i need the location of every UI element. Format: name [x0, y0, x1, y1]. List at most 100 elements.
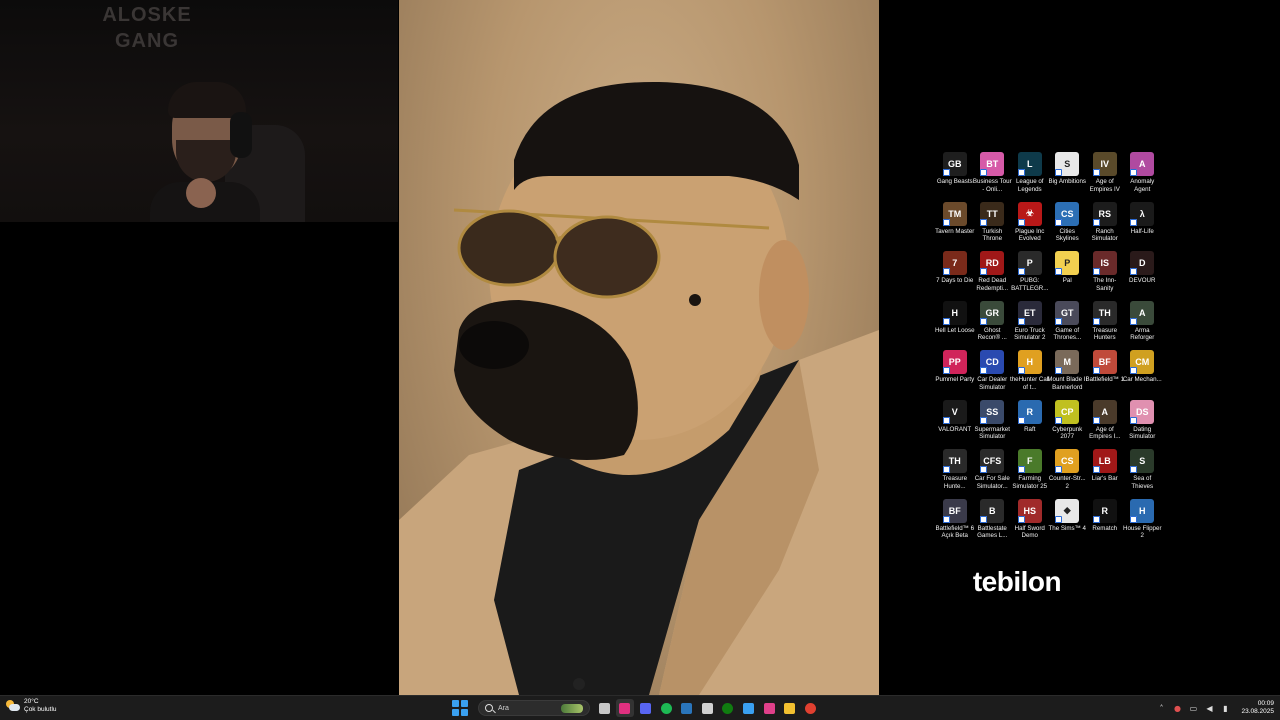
- instagram-icon[interactable]: [760, 699, 778, 717]
- desktop-shortcut[interactable]: P Pal: [1049, 249, 1087, 299]
- game-icon: TM: [942, 201, 967, 226]
- desktop-shortcut[interactable]: CS Counter-Str... 2: [1049, 447, 1087, 497]
- store-icon[interactable]: [739, 699, 757, 717]
- desktop-shortcut-label: Anomaly Agent: [1130, 178, 1155, 193]
- desktop-shortcut[interactable]: S Sea of Thieves: [1124, 447, 1162, 497]
- volume-icon[interactable]: ◀: [1204, 703, 1214, 713]
- desktop-shortcut[interactable]: GB Gang Beasts: [936, 150, 974, 200]
- desktop-shortcut[interactable]: CS Cities Skylines: [1049, 200, 1087, 250]
- desktop-shortcut[interactable]: GT Game of Thrones...: [1049, 299, 1087, 349]
- desktop-shortcut[interactable]: DS Dating Simulator: [1124, 398, 1162, 448]
- xbox-icon[interactable]: [719, 699, 737, 717]
- game-icon: 7: [942, 251, 967, 275]
- desktop-shortcut[interactable]: D DEVOUR: [1124, 249, 1162, 299]
- app-glyph: [639, 702, 651, 714]
- desktop-shortcut[interactable]: λ Half-Life: [1124, 200, 1162, 250]
- desktop-shortcut-label: Business Tour - Onli...: [972, 178, 1012, 193]
- desktop-shortcut[interactable]: ☣ Plague Inc Evolved: [1011, 200, 1049, 250]
- chrome-icon[interactable]: [801, 699, 819, 717]
- desktop-shortcut-label: Battlefield™ 1: [1085, 376, 1125, 383]
- battery-icon[interactable]: ▮: [1220, 703, 1230, 713]
- icon-glyph: B: [989, 505, 996, 516]
- desktop-shortcut[interactable]: R Raft: [1011, 398, 1049, 448]
- app-glyph: [660, 702, 672, 714]
- taskbar-search-box[interactable]: Ara: [478, 700, 590, 716]
- weather-widget[interactable]: 20°C Çok bulutlu: [6, 698, 57, 714]
- icon-glyph: TT: [986, 208, 998, 219]
- network-icon[interactable]: ▭: [1188, 703, 1198, 713]
- desktop-shortcut[interactable]: IS The Inn-Sanity: [1086, 249, 1124, 299]
- desktop-shortcut[interactable]: HS Half Sword Demo: [1011, 497, 1049, 547]
- desktop-shortcut-label: Gang Beasts: [936, 178, 973, 185]
- desktop-shortcut[interactable]: A Age of Empires I...: [1086, 398, 1124, 448]
- game-icon: GT: [1055, 300, 1080, 325]
- desktop-shortcut[interactable]: HtheHunter Call of t...: [1009, 348, 1050, 398]
- desktop-shortcut[interactable]: IV Age of Empires IV: [1086, 150, 1124, 200]
- desktop-shortcut[interactable]: TH Treasure Hunters: [1086, 299, 1124, 349]
- desktop-shortcut[interactable]: B Battlestate Games L...: [974, 497, 1012, 547]
- desktop-shortcut[interactable]: CM Car Mechan...: [1123, 348, 1162, 398]
- webcam-watermark: ALOSKE GANG: [102, 4, 192, 52]
- desktop-shortcut[interactable]: F Farming Simulator 25: [1011, 447, 1049, 497]
- icon-glyph: H: [1139, 505, 1146, 516]
- desktop-shortcut[interactable]: RS Ranch Simulator: [1086, 200, 1124, 250]
- task-view-icon[interactable]: [595, 699, 613, 717]
- icon-glyph: CM: [1135, 357, 1150, 367]
- microphone-icon[interactable]: ●: [1172, 703, 1182, 713]
- desktop-shortcut[interactable]: A Anomaly Agent: [1124, 150, 1162, 200]
- desktop-shortcut[interactable]: 7 7 Days to Die: [936, 249, 974, 299]
- desktop-shortcut[interactable]: GR Ghost Recon® ...: [974, 299, 1012, 349]
- desktop-shortcut-label: Half-Life: [1130, 227, 1154, 235]
- desktop-shortcut[interactable]: TT Turkish Throne: [974, 200, 1012, 250]
- desktop-shortcut-label: Ghost Recon® ...: [977, 326, 1007, 342]
- desktop-shortcut[interactable]: L League of Legends: [1011, 150, 1049, 200]
- desktop-shortcut[interactable]: RD Red Dead Redempti...: [974, 249, 1012, 299]
- spotify-icon[interactable]: [657, 699, 675, 717]
- discord-icon[interactable]: [636, 699, 654, 717]
- desktop-shortcut[interactable]: V VALORANT: [936, 398, 974, 448]
- desktop-shortcut[interactable]: TH Treasure Hunte...: [936, 447, 974, 497]
- epic-games-icon[interactable]: [698, 699, 716, 717]
- icon-glyph: λ: [1139, 208, 1145, 219]
- windows-start-icon[interactable]: [452, 700, 468, 716]
- game-icon: RD: [980, 251, 1005, 275]
- desktop-shortcut[interactable]: BF Battlefield™ 1: [1085, 348, 1125, 398]
- icon-glyph: P: [1026, 258, 1033, 268]
- desktop-shortcut[interactable]: CD Car Dealer Simulator: [974, 348, 1012, 398]
- desktop-shortcut[interactable]: SS Supermarket Simulator: [974, 398, 1012, 448]
- game-icon: ET: [1017, 300, 1042, 325]
- desktop-shortcut[interactable]: S Big Ambitions: [1049, 150, 1086, 200]
- desktop-shortcut[interactable]: P PUBG: BATTLEGR...: [1011, 249, 1049, 299]
- icon-glyph: TH: [948, 456, 961, 466]
- desktop-shortcut[interactable]: R Rematch: [1086, 497, 1124, 547]
- file-explorer-icon[interactable]: [781, 699, 799, 717]
- desktop-shortcut[interactable]: CP Cyberpunk 2077: [1049, 398, 1087, 448]
- desktop-shortcut-label: VALORANT: [938, 425, 972, 433]
- app-glyph: [681, 702, 693, 714]
- desktop-shortcut[interactable]: PP Pummel Party: [935, 348, 974, 398]
- clock[interactable]: 00:09 23.08.2025: [1241, 700, 1274, 716]
- desktop-shortcut-label: theHunter Call of t...: [1009, 376, 1050, 391]
- desktop-shortcut-label: Cities Skylines: [1055, 227, 1079, 243]
- desktop-shortcut[interactable]: ET Euro Truck Simulator 2: [1011, 299, 1049, 349]
- chevron-up-icon[interactable]: ˄: [1156, 703, 1166, 713]
- desktop-shortcut[interactable]: M Mount Blade II Bannerlord: [1047, 348, 1087, 398]
- desktop-shortcut[interactable]: CFS Car For Sale Simulator...: [974, 447, 1012, 497]
- steam-icon[interactable]: [678, 699, 696, 717]
- desktop-shortcut-label: Ranch Simulator: [1091, 227, 1118, 243]
- weather-temperature: 20°C: [24, 698, 39, 705]
- app-icon[interactable]: [615, 699, 634, 717]
- desktop-shortcut[interactable]: H Hell Let Loose: [935, 299, 975, 349]
- desktop-shortcut[interactable]: TM Tavern Master: [935, 200, 974, 250]
- desktop-shortcut[interactable]: BT Business Tour - Onli...: [972, 150, 1012, 200]
- desktop-shortcut[interactable]: BF Battlefield™ 6 Açık Beta: [935, 497, 974, 547]
- desktop-shortcut[interactable]: H House Flipper 2: [1123, 497, 1162, 547]
- desktop-shortcut-label: Liar's Bar: [1091, 475, 1118, 482]
- game-icon: A: [1130, 300, 1155, 325]
- desktop-shortcut[interactable]: LB Liar's Bar: [1086, 447, 1124, 497]
- desktop-shortcut[interactable]: A Arma Reforger: [1124, 299, 1162, 349]
- desktop-shortcut-label: Age of Empires I...: [1089, 425, 1121, 441]
- desktop-shortcut[interactable]: ◆ The Sims™ 4: [1049, 497, 1087, 547]
- icon-glyph: GR: [985, 307, 1000, 318]
- game-icon: CP: [1055, 399, 1080, 424]
